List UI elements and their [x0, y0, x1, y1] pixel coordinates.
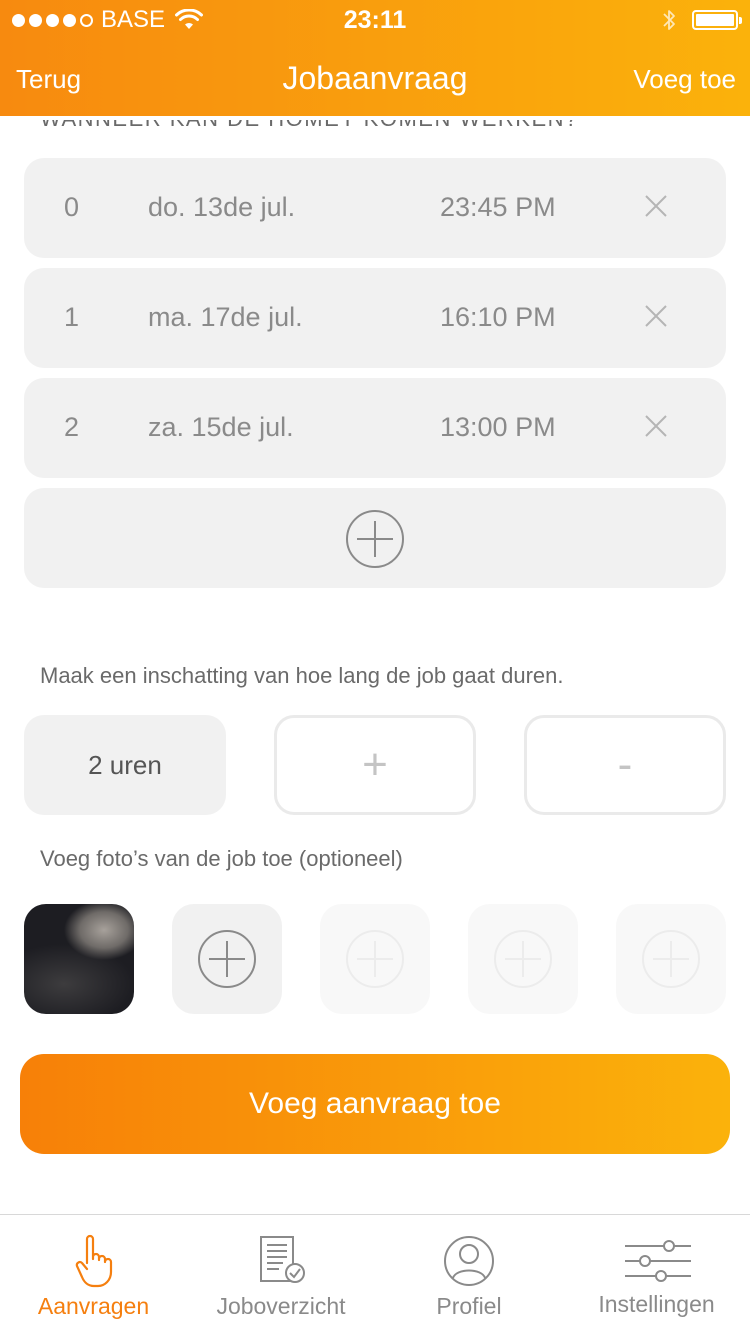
schedule-time[interactable]: 23:45 PM — [440, 192, 556, 223]
decrement-duration-button[interactable]: - — [524, 715, 726, 815]
schedule-index: 2 — [64, 412, 80, 442]
tab-label: Aanvragen — [37, 1293, 150, 1319]
empty-photo-slot — [320, 904, 430, 1014]
empty-photo-slot — [468, 904, 578, 1014]
tab-label: Instellingen — [598, 1291, 715, 1317]
submit-request-button[interactable]: Voeg aanvraag toe — [20, 1054, 730, 1154]
tab-instellingen[interactable]: Instellingen — [563, 1215, 750, 1334]
tab-aanvragen[interactable]: Aanvragen — [0, 1215, 187, 1334]
tab-label: Joboverzicht — [216, 1293, 346, 1319]
photos-prompt: Voeg foto’s van de job toe (optioneel) — [40, 846, 403, 871]
empty-photo-slot — [616, 904, 726, 1014]
bluetooth-icon — [663, 10, 675, 30]
schedule-row[interactable]: 2 za. 15de jul. 13:00 PM — [24, 378, 726, 478]
tab-bar: Aanvragen Joboverzicht Profiel Instellin… — [0, 1214, 750, 1334]
close-icon[interactable] — [642, 412, 670, 440]
schedule-row[interactable]: 1 ma. 17de jul. 16:10 PM — [24, 268, 726, 368]
schedule-index: 1 — [64, 302, 80, 332]
plus-circle-icon — [198, 930, 256, 988]
status-bar: BASE 23:11 — [0, 0, 750, 40]
schedule-row[interactable]: 0 do. 13de jul. 23:45 PM — [24, 158, 726, 258]
tab-joboverzicht[interactable]: Joboverzicht — [187, 1215, 375, 1334]
schedule-date[interactable]: za. 15de jul. — [148, 412, 294, 443]
photo-thumbnail[interactable] — [24, 904, 134, 1014]
add-button[interactable]: Voeg toe — [633, 64, 736, 95]
status-right — [662, 8, 742, 32]
add-date-button[interactable] — [24, 488, 726, 588]
tab-label: Profiel — [436, 1293, 502, 1319]
document-check-icon — [260, 1236, 305, 1283]
status-time: 23:11 — [343, 6, 407, 34]
schedule-time[interactable]: 13:00 PM — [440, 412, 556, 443]
close-icon[interactable] — [642, 192, 670, 220]
plus-circle-icon — [346, 930, 404, 988]
hand-pointer-icon — [75, 1234, 112, 1288]
duration-value: 2 uren — [24, 715, 226, 815]
plus-circle-icon — [494, 930, 552, 988]
header: BASE 23:11 Terug Jobaanvraag Voeg toe — [0, 0, 750, 116]
close-icon[interactable] — [642, 302, 670, 330]
plus-circle-icon — [642, 930, 700, 988]
battery-icon — [692, 10, 742, 30]
schedule-index: 0 — [64, 192, 80, 222]
tab-profiel[interactable]: Profiel — [375, 1215, 563, 1334]
add-photo-button[interactable] — [172, 904, 282, 1014]
schedule-time[interactable]: 16:10 PM — [440, 302, 556, 333]
plus-circle-icon — [346, 510, 404, 568]
schedule-date[interactable]: ma. 17de jul. — [148, 302, 303, 333]
job-request-screen: BASE 23:11 Terug Jobaanvraag Voeg toe WA… — [0, 0, 750, 1334]
increment-duration-button[interactable]: + — [274, 715, 476, 815]
schedule-date[interactable]: do. 13de jul. — [148, 192, 295, 223]
sliders-icon — [624, 1240, 691, 1282]
duration-prompt: Maak een inschatting van hoe lang de job… — [40, 663, 564, 688]
user-circle-icon — [444, 1236, 494, 1286]
